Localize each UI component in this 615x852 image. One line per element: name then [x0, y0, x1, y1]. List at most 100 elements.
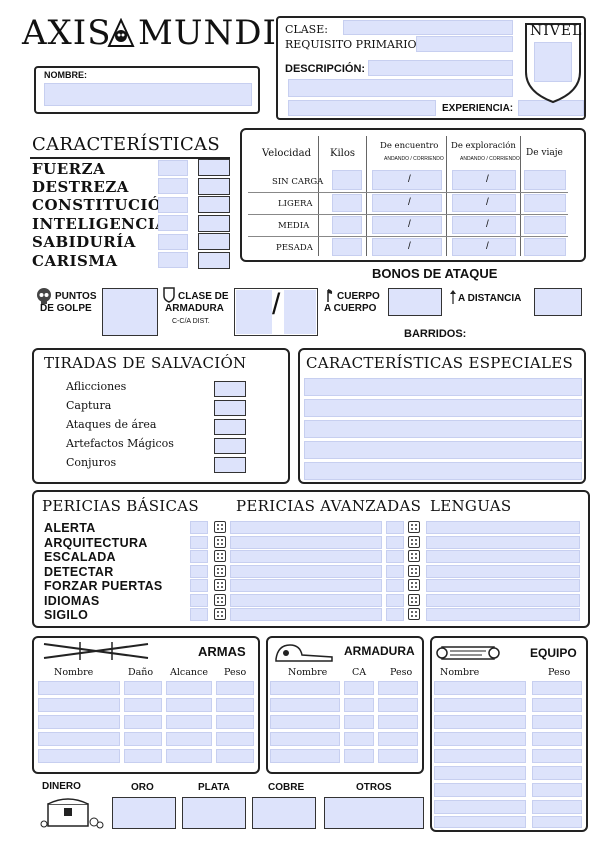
ataque-distancia-field[interactable]: [534, 288, 582, 316]
mov-kilos-field[interactable]: [332, 238, 362, 256]
mov-viaje-field[interactable]: [524, 216, 566, 234]
arma-nombre-field[interactable]: [38, 715, 120, 729]
pericia-avanzada-value[interactable]: [386, 536, 404, 549]
equipo-nombre-field[interactable]: [434, 732, 526, 746]
attr-destreza-score[interactable]: [158, 178, 188, 194]
mov-encuentro-field[interactable]: [372, 238, 442, 256]
mov-encuentro-field[interactable]: [372, 170, 442, 190]
arma-nombre-field[interactable]: [38, 681, 120, 695]
cobre-field[interactable]: [252, 797, 316, 829]
mov-viaje-field[interactable]: [524, 238, 566, 256]
pericia-basica-field[interactable]: [190, 565, 208, 578]
equipo-nombre-field[interactable]: [434, 800, 526, 814]
attr-fuerza-score[interactable]: [158, 160, 188, 176]
armadura-nombre-field[interactable]: [270, 732, 340, 746]
equipo-peso-field[interactable]: [532, 698, 582, 712]
attr-constitucion-mod[interactable]: [198, 196, 230, 213]
especiales-line[interactable]: [304, 441, 582, 459]
arma-dano-field[interactable]: [124, 749, 162, 763]
arma-dano-field[interactable]: [124, 681, 162, 695]
pericia-avanzada-field[interactable]: [230, 521, 382, 534]
pericia-basica-field[interactable]: [190, 536, 208, 549]
ca-cuerpo-field[interactable]: [236, 290, 272, 334]
equipo-nombre-field[interactable]: [434, 816, 526, 828]
armadura-nombre-field[interactable]: [270, 681, 340, 695]
pericia-basica-field[interactable]: [190, 521, 208, 534]
armadura-ca-field[interactable]: [344, 698, 374, 712]
clase-field[interactable]: [343, 20, 513, 35]
salvacion-field[interactable]: [214, 438, 246, 454]
armadura-peso-field[interactable]: [378, 681, 418, 695]
pericia-basica-field[interactable]: [190, 594, 208, 607]
equipo-nombre-field[interactable]: [434, 766, 526, 780]
armadura-nombre-field[interactable]: [270, 749, 340, 763]
salvacion-field[interactable]: [214, 419, 246, 435]
especiales-line[interactable]: [304, 378, 582, 396]
armadura-ca-field[interactable]: [344, 732, 374, 746]
arma-nombre-field[interactable]: [38, 698, 120, 712]
mov-viaje-field[interactable]: [524, 194, 566, 212]
oro-field[interactable]: [112, 797, 176, 829]
puntos-golpe-field[interactable]: [102, 288, 158, 336]
lengua-field[interactable]: [426, 579, 580, 592]
arma-alcance-field[interactable]: [166, 749, 212, 763]
arma-alcance-field[interactable]: [166, 715, 212, 729]
attr-inteligencia-score[interactable]: [158, 215, 188, 231]
arma-dano-field[interactable]: [124, 732, 162, 746]
pericia-basica-field[interactable]: [190, 550, 208, 563]
arma-alcance-field[interactable]: [166, 698, 212, 712]
lengua-field[interactable]: [426, 565, 580, 578]
attr-sabiduria-mod[interactable]: [198, 233, 230, 250]
equipo-peso-field[interactable]: [532, 816, 582, 828]
armadura-ca-field[interactable]: [344, 681, 374, 695]
nombre-field[interactable]: [44, 83, 252, 106]
lengua-field[interactable]: [426, 521, 580, 534]
nivel-field[interactable]: [534, 42, 572, 82]
especiales-line[interactable]: [304, 462, 582, 480]
arma-peso-field[interactable]: [216, 749, 254, 763]
arma-peso-field[interactable]: [216, 715, 254, 729]
armadura-peso-field[interactable]: [378, 749, 418, 763]
descripcion-field-3[interactable]: [288, 100, 436, 116]
pericia-avanzada-field[interactable]: [230, 608, 382, 621]
otros-field[interactable]: [324, 797, 424, 829]
equipo-peso-field[interactable]: [532, 800, 582, 814]
equipo-peso-field[interactable]: [532, 749, 582, 763]
arma-alcance-field[interactable]: [166, 681, 212, 695]
lengua-field[interactable]: [426, 550, 580, 563]
lengua-field[interactable]: [426, 594, 580, 607]
armadura-peso-field[interactable]: [378, 698, 418, 712]
attr-carisma-score[interactable]: [158, 252, 188, 268]
attr-fuerza-mod[interactable]: [198, 159, 230, 176]
pericia-avanzada-field[interactable]: [230, 550, 382, 563]
armadura-ca-field[interactable]: [344, 749, 374, 763]
pericia-basica-field[interactable]: [190, 608, 208, 621]
equipo-peso-field[interactable]: [532, 715, 582, 729]
descripcion-field-1[interactable]: [368, 60, 513, 76]
equipo-nombre-field[interactable]: [434, 698, 526, 712]
plata-field[interactable]: [182, 797, 246, 829]
mov-kilos-field[interactable]: [332, 170, 362, 190]
mov-encuentro-field[interactable]: [372, 194, 442, 212]
pericia-avanzada-value[interactable]: [386, 608, 404, 621]
ataque-cuerpo-field[interactable]: [388, 288, 442, 316]
armadura-peso-field[interactable]: [378, 715, 418, 729]
mov-exploracion-field[interactable]: [452, 216, 516, 234]
mov-viaje-field[interactable]: [524, 170, 566, 190]
attr-carisma-mod[interactable]: [198, 252, 230, 269]
attr-sabiduria-score[interactable]: [158, 234, 188, 250]
especiales-line[interactable]: [304, 399, 582, 417]
pericia-avanzada-value[interactable]: [386, 579, 404, 592]
armadura-nombre-field[interactable]: [270, 715, 340, 729]
lengua-field[interactable]: [426, 536, 580, 549]
arma-peso-field[interactable]: [216, 698, 254, 712]
requisito-field[interactable]: [416, 36, 513, 52]
equipo-nombre-field[interactable]: [434, 749, 526, 763]
attr-destreza-mod[interactable]: [198, 178, 230, 195]
salvacion-field[interactable]: [214, 381, 246, 397]
attr-constitucion-score[interactable]: [158, 197, 188, 213]
equipo-nombre-field[interactable]: [434, 715, 526, 729]
salvacion-field[interactable]: [214, 400, 246, 416]
armadura-peso-field[interactable]: [378, 732, 418, 746]
especiales-line[interactable]: [304, 420, 582, 438]
